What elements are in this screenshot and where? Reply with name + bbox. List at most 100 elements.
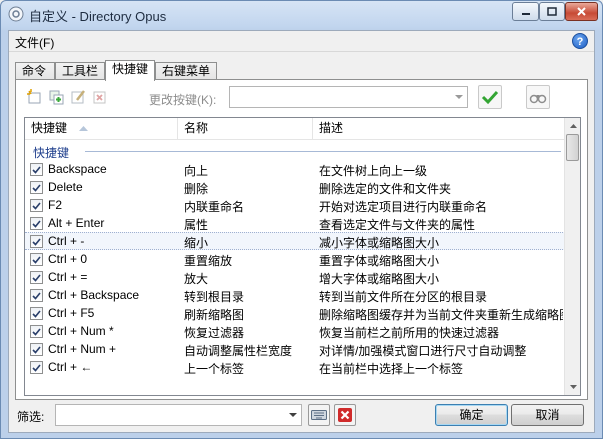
cancel-button[interactable]: 取消	[511, 404, 584, 426]
sort-ascending-icon	[79, 126, 88, 131]
tab-context-menus[interactable]: 右键菜单	[155, 62, 217, 80]
help-icon[interactable]: ?	[572, 33, 588, 49]
edit-hotkey-icon[interactable]	[69, 88, 87, 106]
scroll-up-button[interactable]	[565, 118, 580, 134]
table-row[interactable]: Ctrl + F5 刷新缩略图 删除缩略图缓存并为当前文件夹重新生成缩略图	[25, 304, 565, 322]
tab-commands[interactable]: 命令	[15, 62, 55, 80]
maximize-button[interactable]	[539, 2, 565, 21]
keyboard-icon	[311, 410, 327, 420]
name-cell: 缩小	[184, 236, 209, 250]
filter-combo-dropdown[interactable]	[285, 405, 301, 425]
enabled-checkbox[interactable]	[30, 181, 43, 194]
hotkey-list[interactable]: 快捷键 名称 描述 快捷键 Backspace 向上 在文件树上向上一级 Del…	[24, 117, 581, 396]
enabled-checkbox[interactable]	[30, 343, 43, 356]
scroll-down-button[interactable]	[565, 379, 580, 395]
column-header-description[interactable]: 描述	[313, 118, 565, 140]
description-cell: 增大字体或缩略图大小	[319, 272, 440, 286]
description-cell: 在文件树上向上一级	[319, 164, 428, 178]
table-row[interactable]: Ctrl + = 放大 增大字体或缩略图大小	[25, 268, 565, 286]
filter-combo[interactable]	[55, 404, 302, 426]
chevron-up-icon	[569, 124, 577, 128]
new-group-icon[interactable]	[47, 88, 65, 106]
menu-bar: 文件(F) ?	[9, 31, 594, 52]
binoculars-icon	[529, 94, 547, 104]
description-cell: 查看选定文件与文件夹的属性	[319, 218, 476, 232]
description-cell: 删除选定的文件和文件夹	[319, 182, 452, 196]
description-cell: 删除缩略图缓存并为当前文件夹重新生成缩略图	[319, 308, 563, 322]
table-row[interactable]: Ctrl + Backspace 转到根目录 转到当前文件所在分区的根目录	[25, 286, 565, 304]
checkmark-icon	[32, 219, 41, 228]
name-cell: 向上	[184, 164, 209, 178]
name-cell: 恢复过滤器	[184, 326, 245, 340]
hotkey-cell: Alt + Enter	[48, 216, 105, 230]
table-row[interactable]: Ctrl + Num + 自动调整属性栏宽度 对详情/加强模式窗口进行尺寸自动调…	[25, 340, 565, 358]
checkmark-icon	[32, 363, 41, 372]
hotkey-cell: Ctrl + -	[48, 234, 85, 248]
customize-window: 自定义 - Directory Opus 文件(F) ? 命令 工具栏 快捷键 …	[0, 0, 603, 439]
hotkey-list-header: 快捷键 名称 描述	[25, 118, 565, 140]
delete-hotkey-icon[interactable]	[91, 88, 109, 106]
window-title: 自定义 - Directory Opus	[29, 9, 167, 24]
directory-opus-icon	[8, 6, 24, 22]
keyboard-button[interactable]	[308, 404, 330, 426]
description-cell: 在当前栏中选择上一个标签	[319, 362, 464, 376]
hotkey-cell: Ctrl + Backspace	[48, 288, 140, 302]
group-header[interactable]: 快捷键	[25, 142, 565, 160]
hotkey-combo[interactable]	[229, 86, 468, 108]
filter-label: 筛选:	[17, 410, 45, 424]
enabled-checkbox[interactable]	[30, 163, 43, 176]
table-row[interactable]: Alt + Enter 属性 查看选定文件与文件夹的属性	[25, 214, 565, 232]
name-cell: 刷新缩略图	[184, 308, 245, 322]
description-cell: 重置字体或缩略图大小	[319, 254, 440, 268]
table-row[interactable]: Delete 删除 删除选定的文件和文件夹	[25, 178, 565, 196]
enabled-checkbox[interactable]	[30, 361, 43, 374]
vertical-scrollbar[interactable]	[564, 118, 580, 395]
scroll-thumb[interactable]	[566, 134, 579, 161]
hotkey-cell: Backspace	[48, 162, 107, 176]
table-row[interactable]: Ctrl + Num * 恢复过滤器 恢复当前栏之前所用的快速过滤器	[25, 322, 565, 340]
new-hotkey-icon[interactable]	[25, 88, 43, 106]
tab-toolbars[interactable]: 工具栏	[55, 62, 105, 80]
find-hotkey-button[interactable]	[526, 85, 550, 109]
apply-hotkey-button[interactable]	[478, 85, 502, 109]
hotkey-cell: Ctrl + F5	[48, 306, 95, 320]
enabled-checkbox[interactable]	[30, 289, 43, 302]
chevron-down-icon	[455, 94, 463, 99]
name-cell: 放大	[184, 272, 209, 286]
table-row[interactable]: Backspace 向上 在文件树上向上一级	[25, 160, 565, 178]
column-header-hotkey-label: 快捷键	[31, 121, 68, 135]
checkmark-icon	[32, 327, 41, 336]
name-cell: 删除	[184, 182, 209, 196]
enabled-checkbox[interactable]	[30, 307, 43, 320]
clear-filter-button[interactable]	[334, 404, 356, 426]
enabled-checkbox[interactable]	[30, 271, 43, 284]
menu-file[interactable]: 文件(F)	[15, 34, 54, 51]
table-row[interactable]: F2 内联重命名 开始对选定项目进行内联重命名	[25, 196, 565, 214]
close-button[interactable]	[565, 2, 598, 21]
checkmark-icon	[32, 345, 41, 354]
description-cell: 转到当前文件所在分区的根目录	[319, 290, 488, 304]
enabled-checkbox[interactable]	[30, 235, 43, 248]
checkmark-icon	[32, 309, 41, 318]
enabled-checkbox[interactable]	[30, 217, 43, 230]
column-header-hotkey[interactable]: 快捷键	[25, 118, 178, 140]
title-bar[interactable]: 自定义 - Directory Opus	[1, 1, 602, 27]
minimize-button[interactable]	[512, 2, 539, 21]
description-cell: 恢复当前栏之前所用的快速过滤器	[319, 326, 500, 340]
tab-hotkeys[interactable]: 快捷键	[105, 60, 155, 81]
delete-icon	[338, 408, 352, 422]
close-icon	[577, 7, 586, 16]
hotkey-cell: Ctrl + Num +	[48, 342, 117, 356]
hotkey-cell: F2	[48, 198, 63, 212]
enabled-checkbox[interactable]	[30, 253, 43, 266]
column-header-name[interactable]: 名称	[178, 118, 313, 140]
enabled-checkbox[interactable]	[30, 325, 43, 338]
table-row[interactable]: Ctrl + 0 重置缩放 重置字体或缩略图大小	[25, 250, 565, 268]
enabled-checkbox[interactable]	[30, 199, 43, 212]
checkmark-icon	[32, 165, 41, 174]
table-row[interactable]: Ctrl + ← 上一个标签 在当前栏中选择上一个标签	[25, 358, 565, 376]
group-header-label: 快捷键	[33, 146, 70, 160]
table-row-selected[interactable]: Ctrl + - 缩小 减小字体或缩略图大小	[25, 232, 565, 250]
hotkey-combo-dropdown[interactable]	[451, 87, 467, 107]
ok-button[interactable]: 确定	[435, 404, 508, 426]
